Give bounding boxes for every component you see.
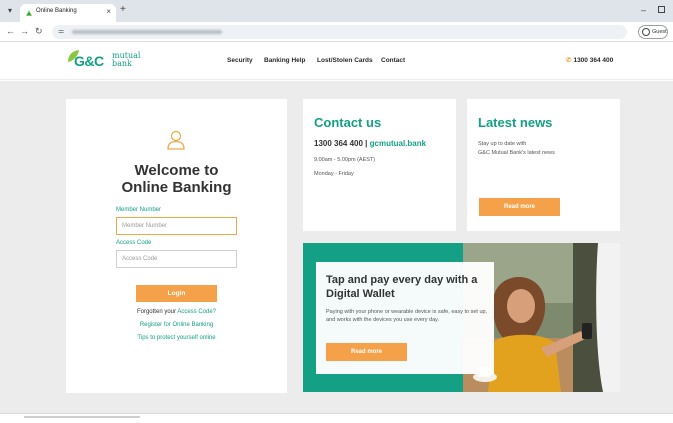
logo-bank: bank xyxy=(112,59,132,68)
guest-profile-button[interactable]: Guest xyxy=(638,25,668,39)
browser-toolbar: ← → ↻ ⚌ Guest xyxy=(0,22,673,42)
member-number-label: Member Number xyxy=(116,207,162,213)
site-favicon-icon xyxy=(26,10,32,16)
nav-lost-stolen-cards[interactable]: Lost/Stolen Cards xyxy=(317,57,373,64)
phone-icon: ✆ xyxy=(566,57,572,64)
promo-content-box: Tap and pay every day with a Digital Wal… xyxy=(316,262,494,374)
register-link[interactable]: Register for Online Banking xyxy=(66,322,287,328)
login-button[interactable]: Login xyxy=(136,285,217,302)
contact-details: 1300 364 400 | gcmutual.bank xyxy=(314,139,426,148)
browser-tab[interactable]: Online Banking × xyxy=(20,4,116,22)
site-header: G&C mutual bank Security Banking Help Lo… xyxy=(0,43,673,80)
contact-hours: 9.00am - 5.00pm (AEST) xyxy=(314,157,376,163)
nav-contact[interactable]: Contact xyxy=(381,57,405,64)
header-phone-number: 1300 364 400 xyxy=(573,57,614,64)
minimize-icon[interactable]: – xyxy=(641,5,646,15)
back-icon[interactable]: ← xyxy=(6,26,15,36)
latest-news-card: Latest news Stay up to date with G&C Mut… xyxy=(467,99,620,231)
contact-card: Contact us 1300 364 400 | gcmutual.bank … xyxy=(303,99,456,231)
nav-security[interactable]: Security xyxy=(227,57,253,64)
login-card: Welcome to Online Banking Member Number … xyxy=(66,99,287,393)
url-text-blurred xyxy=(72,30,222,34)
bottom-scroll-indicator xyxy=(24,416,140,418)
forgotten-access-code-link[interactable]: Access Code? xyxy=(177,309,216,315)
welcome-heading-line1: Welcome to xyxy=(134,162,219,179)
tab-close-icon[interactable]: × xyxy=(106,7,111,17)
tab-title: Online Banking xyxy=(36,8,77,14)
tab-search-icon[interactable]: ▾ xyxy=(5,6,15,16)
forgotten-access-code-line: Forgotten your Access Code? xyxy=(66,309,287,315)
contact-website-link[interactable]: gcmutual.bank xyxy=(370,139,426,148)
window-bottom-edge xyxy=(0,413,673,423)
promo-title: Tap and pay every day with a Digital Wal… xyxy=(326,274,478,300)
welcome-heading-line2: Online Banking xyxy=(121,179,232,196)
new-tab-icon[interactable]: + xyxy=(120,5,126,15)
forgotten-prefix: Forgotten your xyxy=(136,309,178,315)
access-code-input[interactable]: Access Code xyxy=(116,250,237,268)
member-number-input[interactable]: Member Number xyxy=(116,217,237,235)
reload-icon[interactable]: ↻ xyxy=(35,26,43,36)
gc-mutual-bank-logo[interactable]: G&C mutual bank xyxy=(66,49,146,73)
site-info-icon[interactable]: ⚌ xyxy=(58,27,64,35)
news-heading: Latest news xyxy=(478,115,553,130)
forward-icon[interactable]: → xyxy=(20,26,29,36)
news-read-more-button[interactable]: Read more xyxy=(479,198,560,216)
promo-read-more-button[interactable]: Read more xyxy=(326,343,407,361)
news-line1: Stay up to date with xyxy=(478,141,527,147)
contact-heading: Contact us xyxy=(314,115,382,130)
access-code-label: Access Code xyxy=(116,240,152,246)
header-phone[interactable]: ✆ 1300 364 400 xyxy=(566,56,613,64)
promo-text: Paying with your phone or wearable devic… xyxy=(326,309,488,323)
guest-label: Guest xyxy=(652,29,667,35)
contact-separator: | xyxy=(362,139,370,148)
address-bar[interactable]: ⚌ xyxy=(52,25,627,39)
security-tips-link[interactable]: Tips to protect yourself online xyxy=(66,335,287,341)
contact-phone[interactable]: 1300 364 400 xyxy=(314,139,363,148)
nav-banking-help[interactable]: Banking Help xyxy=(264,57,306,64)
digital-wallet-promo: Tap and pay every day with a Digital Wal… xyxy=(303,243,620,392)
user-icon xyxy=(167,130,185,150)
browser-tab-bar: ▾ Online Banking × + – xyxy=(0,0,673,22)
logo-gc: G&C xyxy=(74,53,104,69)
profile-icon xyxy=(642,28,650,36)
news-line2: G&C Mutual Bank's latest news xyxy=(478,150,555,156)
contact-days: Monday - Friday xyxy=(314,171,354,177)
restore-icon[interactable] xyxy=(658,6,665,13)
